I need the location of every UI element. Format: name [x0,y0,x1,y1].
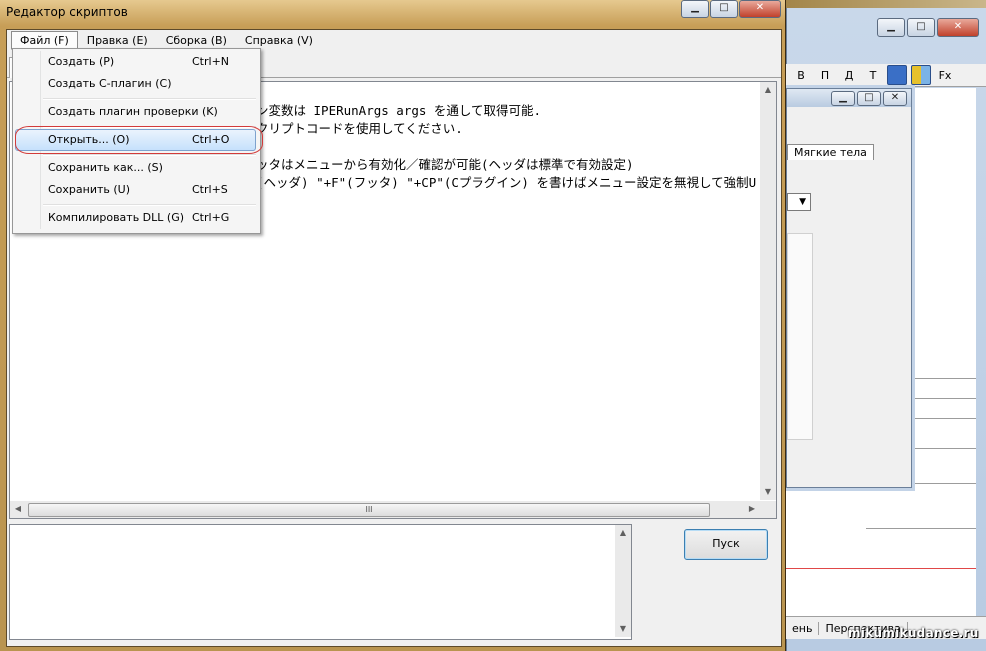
menu-item-label: Создать (P) [48,55,115,68]
panel-close-button[interactable]: ✕ [883,91,907,106]
output-scroll-down-arrow-icon[interactable]: ▼ [615,621,631,637]
menu-separator [43,204,256,206]
menu-item-shortcut: Ctrl+S [192,183,228,196]
toolbar-item-p[interactable]: П [813,69,837,82]
main-toolbar: В П Д Т Fx [786,64,986,87]
menu-item-shortcut: Ctrl+G [192,211,230,224]
editor-close-button[interactable]: ✕ [739,0,781,18]
output-scroll-up-arrow-icon[interactable]: ▲ [615,525,631,541]
horizontal-scroll-thumb[interactable]: III [28,503,710,517]
menu-item-save-as[interactable]: Сохранить как... (S) [15,157,256,179]
menu-item-compile-dll[interactable]: Компилировать DLL (G) Ctrl+G [15,207,256,229]
status-item-view[interactable]: ень [786,621,820,635]
tab-soft-bodies[interactable]: Мягкие тела [787,144,874,160]
editor-minimize-button[interactable]: ▁ [681,0,709,18]
panel-minimize-button[interactable]: ▁ [831,91,855,106]
menu-item-label: Сохранить как... (S) [48,161,163,174]
grid-icon[interactable] [911,65,931,85]
menu-item-label: Создать плагин проверки (K) [48,105,218,118]
menu-item-new-c-plugin[interactable]: Создать С-плагин (C) [15,73,256,95]
model-panel: ▁ □ ✕ Мягкие тела ▼ [786,88,912,488]
menu-item-shortcut: Ctrl+N [192,55,230,68]
menu-separator [43,154,256,156]
editor-maximize-button[interactable]: □ [710,0,738,18]
run-button[interactable]: Пуск [684,529,768,560]
minimize-button[interactable]: ▁ [877,18,905,37]
scroll-up-arrow-icon[interactable]: ▲ [760,82,776,98]
output-panel[interactable]: ▲ ▼ [9,524,632,640]
toolbar-item-d[interactable]: Д [837,69,861,82]
scroll-down-arrow-icon[interactable]: ▼ [760,484,776,500]
menu-item-label: Создать С-плагин (C) [48,77,172,90]
toolbar-item-fx[interactable]: Fx [933,69,957,82]
window-title: Редактор скриптов [6,5,128,19]
editor-horizontal-scrollbar[interactable]: ◀ III ▶ [10,501,776,518]
menu-item-save[interactable]: Сохранить (U) Ctrl+S [15,179,256,201]
maximize-button[interactable]: □ [907,18,935,37]
panel-maximize-button[interactable]: □ [857,91,881,106]
toolbar-item-t[interactable]: Т [861,69,885,82]
editor-vertical-scrollbar[interactable]: ▲ ▼ [760,82,776,500]
toolbar-item-b[interactable]: В [789,69,813,82]
panel-dropdown[interactable]: ▼ [787,193,811,211]
menu-item-label: Компилировать DLL (G) [48,211,185,224]
site-watermark: mikumikudance.ru [848,626,979,640]
target-icon[interactable] [887,65,907,85]
main-window-caption-buttons: ▁ □ ✕ [877,18,979,37]
scroll-right-arrow-icon[interactable]: ▶ [744,501,760,517]
close-button[interactable]: ✕ [937,18,979,37]
highlight-annotation-ring [15,126,263,154]
panel-list [787,233,813,440]
scroll-left-arrow-icon[interactable]: ◀ [10,501,26,517]
window-caption-buttons: ▁ □ ✕ [681,0,781,18]
output-vertical-scrollbar[interactable]: ▲ ▼ [615,525,631,637]
menu-separator [43,98,256,100]
menu-item-new-check-plugin[interactable]: Создать плагин проверки (K) [15,101,256,123]
menu-item-new[interactable]: Создать (P) Ctrl+N [15,51,256,73]
menu-item-label: Сохранить (U) [48,183,131,196]
panel-caption: ▁ □ ✕ [787,89,911,107]
